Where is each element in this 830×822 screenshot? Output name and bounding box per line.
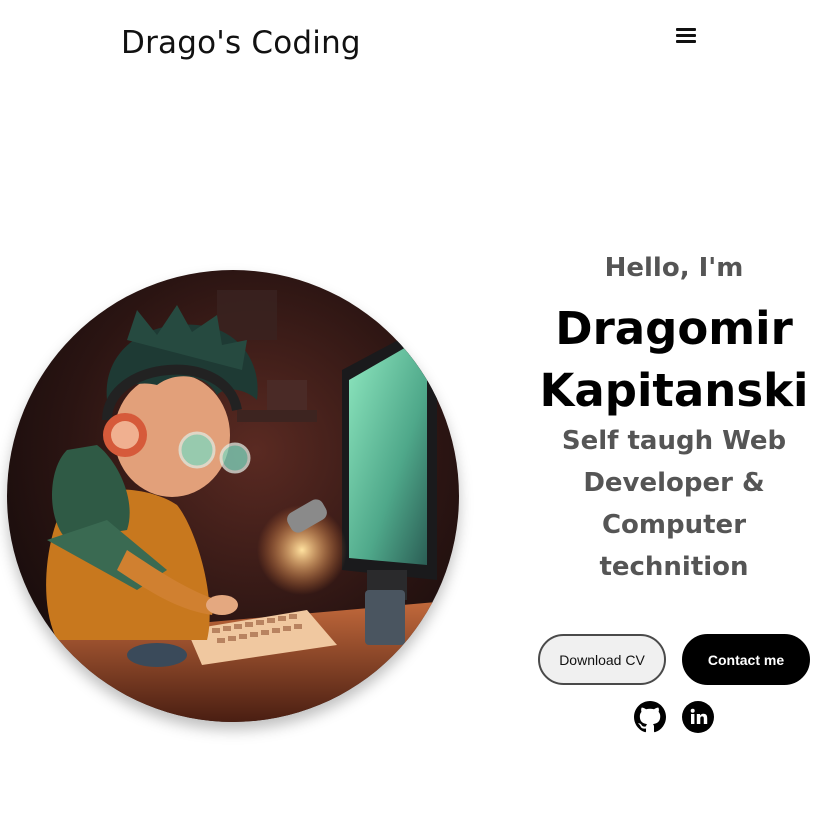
- greeting-text: Hello, I'm: [604, 253, 744, 283]
- tagline-line: Computer: [601, 510, 747, 540]
- github-icon[interactable]: [634, 701, 666, 733]
- name-line-2: Kapitanski: [539, 364, 809, 417]
- tagline-line: Self taugh Web: [561, 426, 787, 456]
- site-logo[interactable]: Drago's Coding: [121, 25, 361, 61]
- menu-bar: [676, 34, 696, 37]
- contact-me-button[interactable]: Contact me: [682, 634, 810, 685]
- menu-bar: [676, 28, 696, 31]
- name-heading: Dragomir Kapitanski: [530, 298, 818, 422]
- profile-picture: [7, 270, 459, 722]
- tagline-line: technition: [599, 552, 749, 582]
- linkedin-icon[interactable]: [682, 701, 714, 733]
- download-cv-button[interactable]: Download CV: [538, 634, 666, 685]
- menu-bar: [676, 40, 696, 43]
- name-line-1: Dragomir: [555, 302, 793, 355]
- hero-section: Hello, I'm Dragomir Kapitanski Self taug…: [530, 248, 818, 588]
- hero-buttons: Download CV Contact me: [538, 634, 810, 686]
- page: Drago's Coding Hello, I'm Dragomir Kapit…: [0, 0, 830, 822]
- hamburger-menu-icon[interactable]: [676, 27, 696, 45]
- profile-illustration: [7, 270, 459, 722]
- tagline-line: Developer &: [583, 468, 765, 498]
- tagline: Self taugh Web Developer & Computer tech…: [530, 420, 818, 588]
